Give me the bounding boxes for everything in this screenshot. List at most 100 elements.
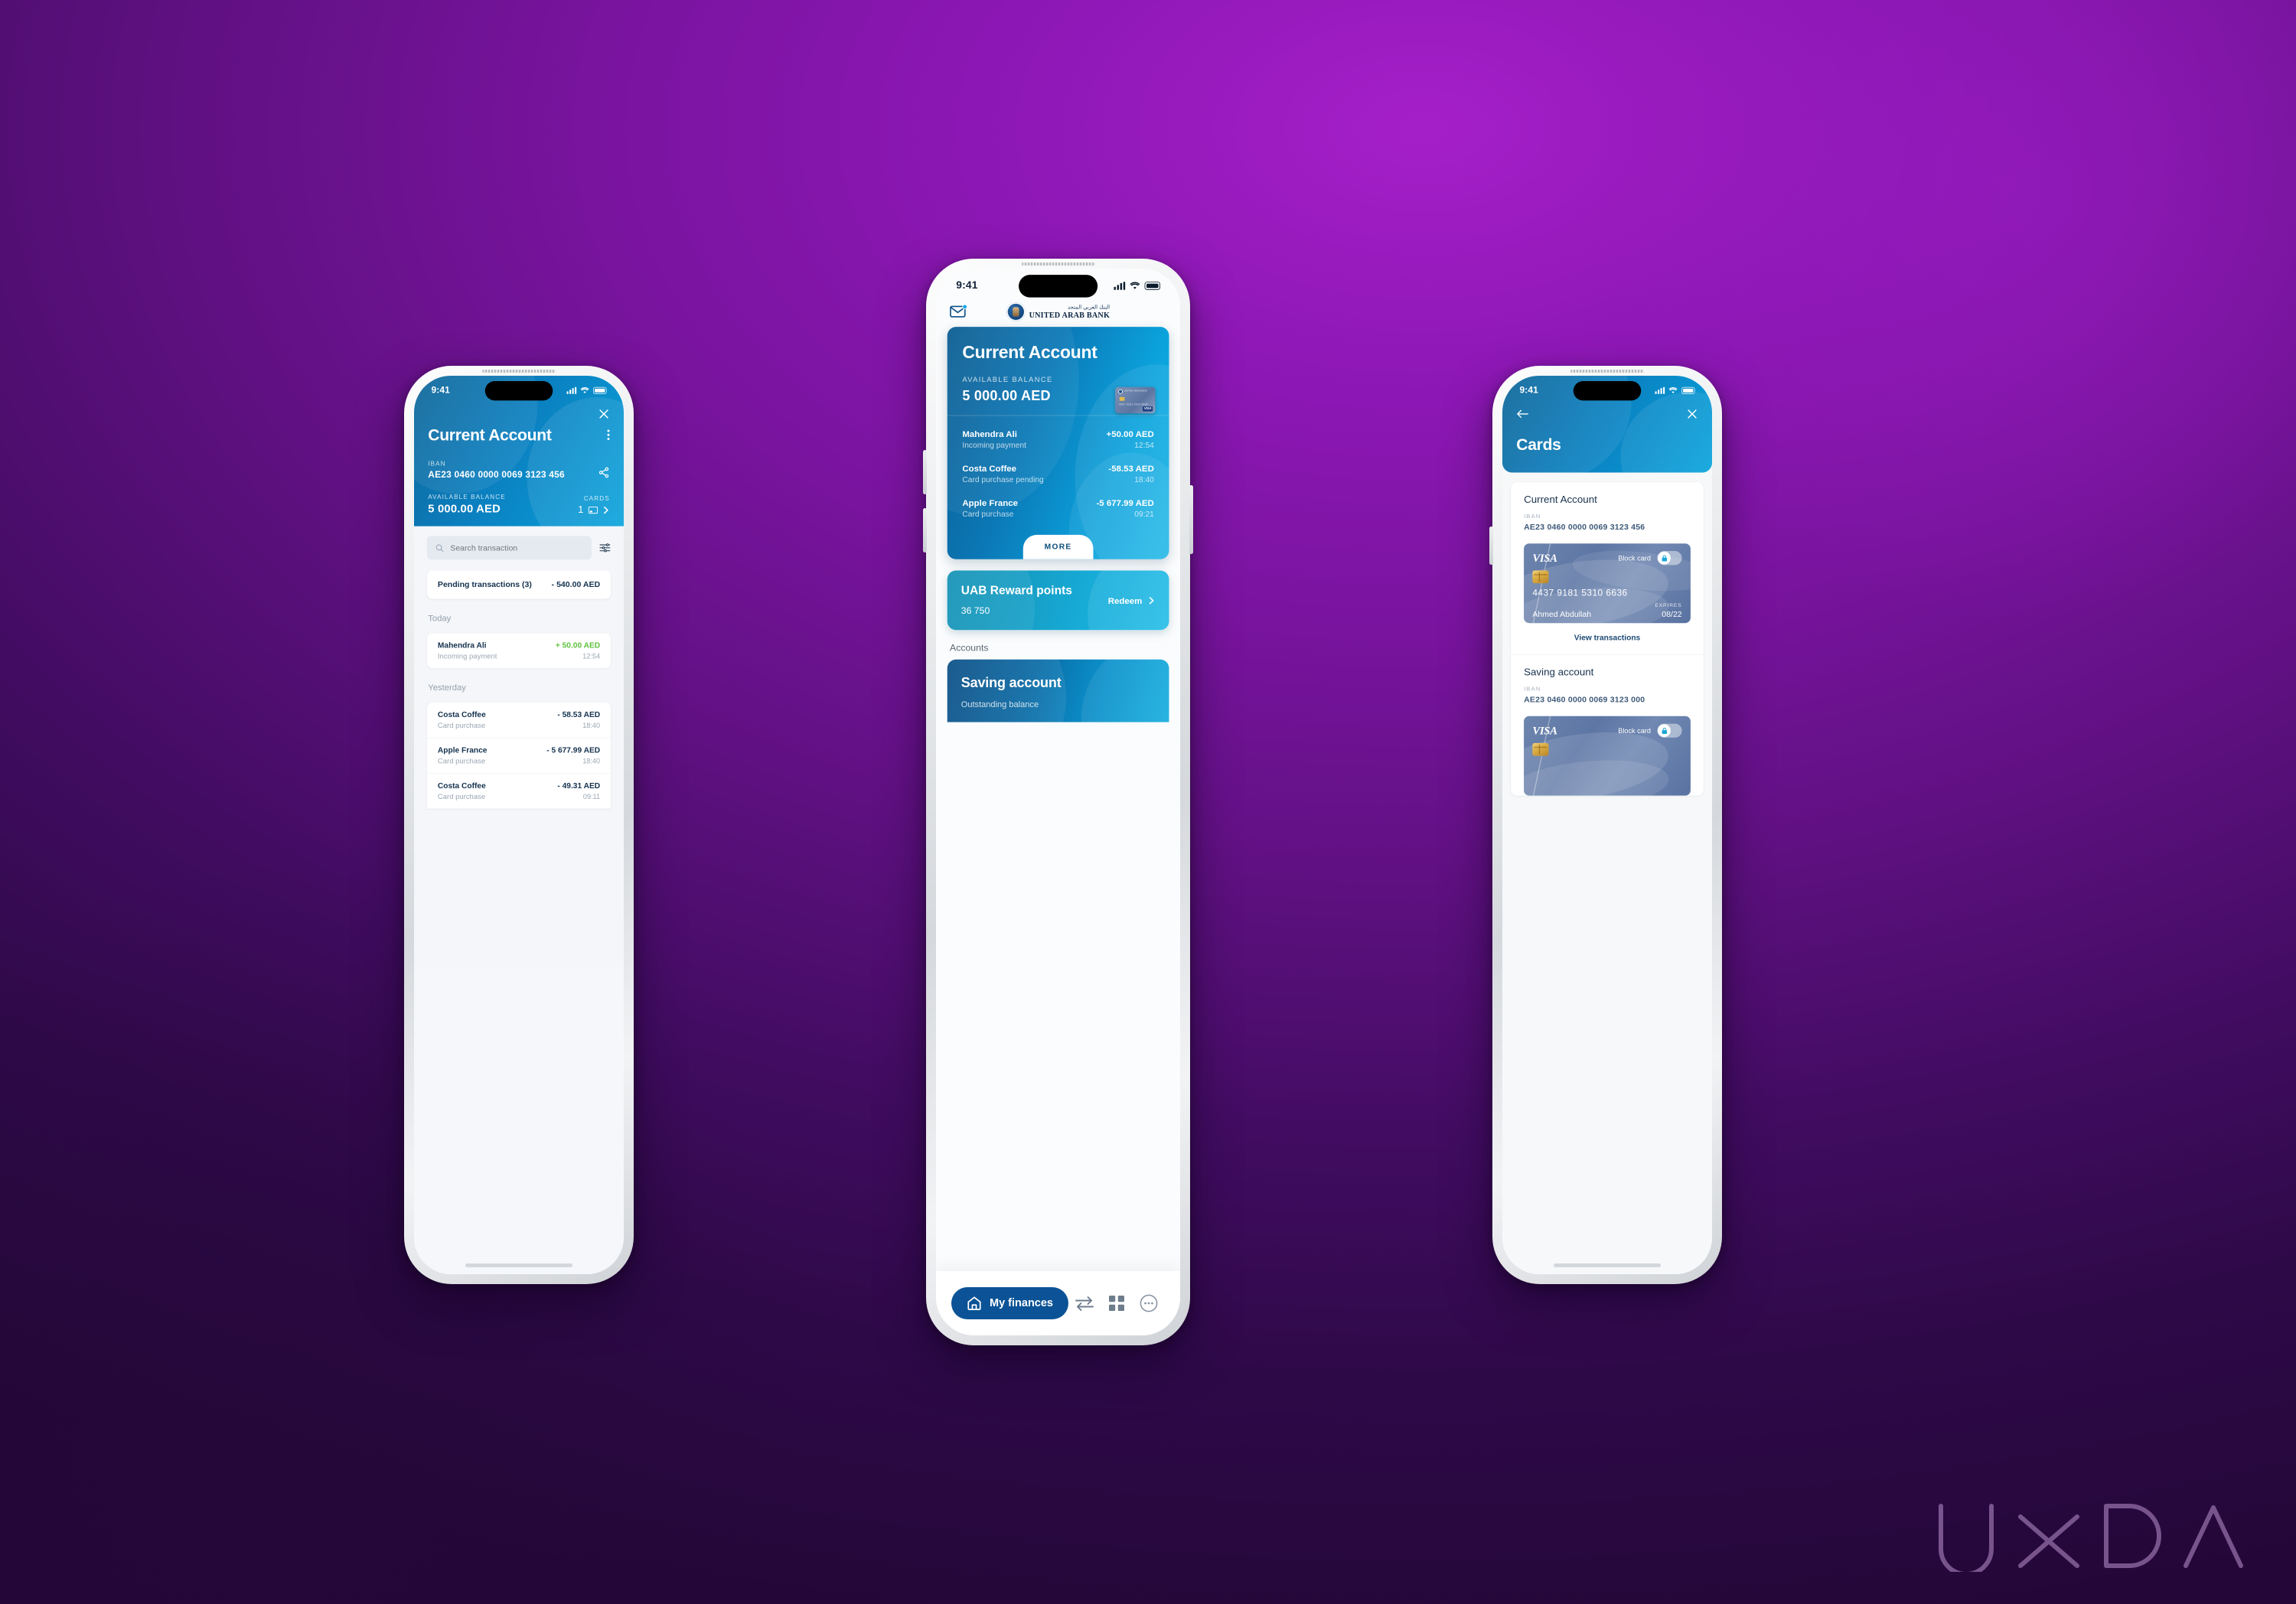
block-card-toggle[interactable] — [1657, 723, 1682, 738]
saving-account-card[interactable]: Saving account Outstanding balance — [947, 659, 1169, 722]
balance-label: AVAILABLE BALANCE — [428, 494, 506, 501]
cards-header: 9:41 Cards — [1502, 376, 1712, 473]
more-button[interactable]: MORE — [1022, 534, 1094, 559]
filter-sliders-icon[interactable] — [599, 543, 611, 553]
saving-title: Saving account — [960, 674, 1062, 691]
table-row[interactable]: Mahendra Ali Incoming payment + 50.00 AE… — [427, 634, 611, 669]
close-icon[interactable] — [1686, 408, 1698, 419]
section-title: Current Account — [1524, 494, 1597, 506]
lock-icon — [1662, 555, 1667, 562]
table-row[interactable]: Costa Coffee Card purchase - 58.53 AED 1… — [427, 703, 611, 738]
wifi-icon — [580, 386, 589, 393]
bottom-tab-bar: My finances — [936, 1271, 1180, 1335]
pending-label: Pending transactions (3) — [437, 579, 532, 589]
tx-time: 12:54 — [582, 652, 601, 660]
home-icon — [967, 1296, 981, 1310]
bank-name-arabic: البنك العربي المتحد — [1067, 303, 1110, 310]
home-indicator — [1554, 1263, 1661, 1267]
status-time: 9:41 — [956, 279, 978, 292]
rewards-title: UAB Reward points — [960, 584, 1072, 598]
tx-name: Costa Coffee — [437, 781, 486, 791]
status-bar: 9:41 — [1502, 376, 1712, 405]
transactions-scroll[interactable]: Pending transactions (3) - 540.00 AED To… — [414, 526, 624, 967]
balance-value: 5 000.00 AED — [428, 502, 501, 515]
tx-time: 18:40 — [582, 757, 601, 765]
volume-down-button[interactable] — [923, 508, 927, 553]
cards-label: CARDS — [583, 495, 610, 503]
tx-amount: - 5 677.99 AED — [546, 746, 601, 755]
dynamic-island — [1019, 275, 1098, 298]
letter-x-icon — [2018, 1514, 2079, 1568]
mail-icon[interactable] — [950, 304, 967, 318]
unread-badge — [962, 304, 967, 310]
arrow-left-icon[interactable] — [1516, 409, 1529, 419]
phone-right-device: 9:41 Cards Current Account IBAN AE23 046… — [1489, 366, 1722, 1284]
credit-card-icon — [588, 506, 598, 513]
earpiece-speaker — [1021, 262, 1095, 266]
iban-value: AE23 0460 0000 0069 3123 000 — [1524, 695, 1645, 705]
mini-card-thumbnail: UNITED ARAB BANK 4437 9181 5310 6636 VIS… — [1115, 386, 1156, 414]
table-row[interactable]: Costa Coffee Card purchase - 49.31 AED 0… — [426, 773, 612, 808]
phone-center-device: 9:41 البنك العربي المتحد UNITED ARAB BAN… — [923, 259, 1193, 1345]
current-account-card[interactable]: Current Account UNITED ARAB BANK 4437 91… — [947, 327, 1169, 559]
cards-count: 1 — [578, 504, 584, 515]
dynamic-island — [1573, 381, 1642, 401]
wifi-icon — [1130, 282, 1140, 289]
tab-apps[interactable] — [1101, 1295, 1133, 1312]
tx-amount: + 50.00 AED — [555, 641, 601, 650]
tab-more[interactable] — [1133, 1294, 1165, 1312]
dynamic-island — [484, 381, 553, 401]
accounts-heading: Accounts — [950, 642, 989, 654]
cards-link[interactable]: 1 — [578, 504, 609, 516]
pending-transactions-card[interactable]: Pending transactions (3) - 540.00 AED — [426, 570, 612, 599]
more-vertical-icon[interactable] — [607, 420, 624, 441]
share-icon[interactable] — [598, 467, 609, 481]
status-time: 9:41 — [1519, 384, 1538, 396]
rewards-points: 36 750 — [960, 605, 990, 617]
tab-transfers[interactable] — [1068, 1295, 1101, 1312]
saving-subtitle: Outstanding balance — [960, 699, 1039, 709]
bank-name-english: UNITED ARAB BANK — [1029, 310, 1110, 319]
iban-value: AE23 0460 0000 0069 3123 456 — [1524, 522, 1645, 532]
page-title: Cards — [1516, 435, 1561, 454]
section-title: Saving account — [1524, 667, 1594, 678]
battery-icon — [1681, 386, 1695, 394]
table-row[interactable]: Apple France Card purchase - 5 677.99 AE… — [426, 737, 612, 773]
earpiece-speaker — [482, 370, 556, 373]
group-label-yesterday: Yesterday — [428, 683, 466, 693]
visa-card[interactable]: VISA Block card — [1524, 716, 1691, 796]
search-input-wrapper[interactable] — [426, 536, 592, 560]
card-section-saving-account: Saving account IBAN AE23 0460 0000 0069 … — [1511, 654, 1704, 796]
search-icon — [435, 544, 444, 552]
letter-d-icon — [2104, 1504, 2161, 1568]
lock-icon — [1662, 727, 1667, 734]
iban-value: AE23 0460 0000 0069 3123 456 — [428, 469, 565, 480]
bank-logo: البنك العربي المتحد UNITED ARAB BANK — [1006, 302, 1110, 321]
tab-my-finances[interactable]: My finances — [951, 1287, 1068, 1319]
block-card-toggle[interactable] — [1657, 551, 1682, 566]
tx-subtitle: Incoming payment — [437, 652, 497, 660]
view-transactions-link[interactable]: View transactions — [1524, 623, 1691, 644]
tx-amount: - 49.31 AED — [557, 781, 601, 791]
iban-label: IBAN — [1524, 513, 1541, 520]
phone-center-screen: 9:41 البنك العربي المتحد UNITED ARAB BAN… — [936, 269, 1180, 1335]
bank-seal-icon — [1006, 302, 1026, 321]
battery-icon — [1144, 281, 1161, 290]
tx-name: Apple France — [437, 746, 488, 755]
cellular-signal-icon — [566, 386, 577, 394]
earpiece-speaker — [1570, 370, 1644, 373]
tx-subtitle: Card purchase — [437, 792, 486, 801]
home-indicator — [465, 1263, 572, 1267]
redeem-button[interactable]: Redeem — [1108, 595, 1156, 605]
search-input[interactable] — [450, 543, 583, 553]
visa-card[interactable]: VISA Block card — [1524, 543, 1691, 624]
transfer-arrows-icon — [1075, 1296, 1094, 1311]
volume-up-button[interactable] — [923, 450, 927, 494]
volume-up-button[interactable] — [1489, 527, 1493, 565]
phone-right-screen: 9:41 Cards Current Account IBAN AE23 046… — [1502, 376, 1712, 1274]
reward-points-card[interactable]: UAB Reward points 36 750 Redeem — [947, 570, 1169, 631]
transaction-group-yesterday: Costa Coffee Card purchase - 58.53 AED 1… — [426, 703, 612, 809]
card-chip-icon — [1532, 742, 1549, 756]
cellular-signal-icon — [1655, 386, 1665, 394]
power-button[interactable] — [1189, 485, 1193, 554]
